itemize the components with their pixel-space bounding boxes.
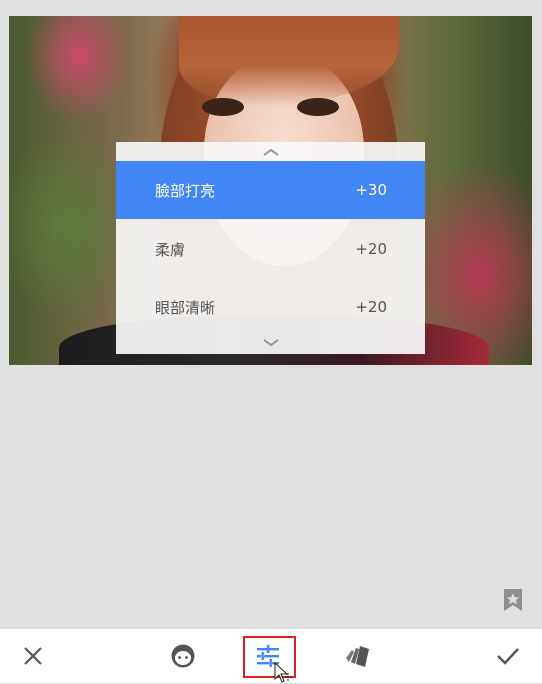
bookmark-star-icon[interactable] [503,589,523,611]
menu-item-face-brighten[interactable]: 臉部打亮 +30 [116,161,425,219]
photo-left-eye [202,98,244,116]
menu-item-value: +20 [355,240,387,258]
face-icon [171,644,195,668]
menu-item-skin-smoothing[interactable]: 柔膚 +20 [116,220,425,278]
tune-tool-button[interactable] [243,629,296,683]
menu-item-eye-clarity[interactable]: 眼部清晰 +20 [116,278,425,336]
menu-item-label: 臉部打亮 [155,181,216,200]
close-icon [24,647,42,665]
bottom-toolbar [0,629,542,683]
menu-item-value: +20 [355,298,387,316]
face-enhance-menu: 臉部打亮 +30 柔膚 +20 眼部清晰 +20 [116,142,425,354]
styles-icon [346,646,369,667]
chevron-down-icon[interactable] [116,334,425,352]
tune-sliders-icon [256,645,279,667]
check-icon [497,648,519,665]
cancel-button[interactable] [14,629,52,683]
photo-right-eye [297,98,339,116]
menu-item-value: +30 [355,181,387,199]
styles-tool-button[interactable] [338,629,376,683]
face-tool-button[interactable] [164,629,202,683]
apply-button[interactable] [489,629,527,683]
menu-item-label: 眼部清晰 [155,298,216,317]
menu-item-label: 柔膚 [155,240,186,259]
chevron-up-icon[interactable] [116,143,425,161]
